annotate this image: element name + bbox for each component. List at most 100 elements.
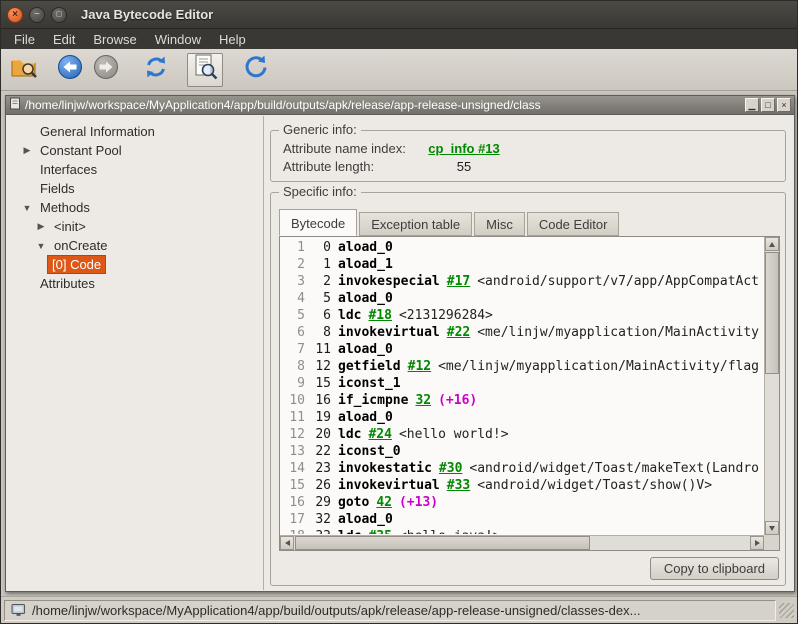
opcode-mnemonic: ldc [338,308,362,323]
line-number: 17 [289,512,305,527]
window-close-button[interactable]: × [7,6,23,23]
constant-pool-link[interactable]: #30 [439,461,462,476]
scroll-up-button[interactable] [765,237,779,251]
collapse-arrow-icon[interactable]: ▼ [33,241,49,251]
tree-item-methods[interactable]: ▼ Methods [7,198,263,217]
bytecode-line: 12 20 ldc #24 <hello world!> [283,426,763,443]
frame-maximize-button[interactable]: □ [761,98,775,112]
opcode-mnemonic: invokevirtual [338,325,440,340]
scroll-left-button[interactable] [280,536,294,550]
bytecode-offset: 11 [315,342,331,357]
bytecode-lines: 1 0 aload_0 2 1 aload_1 3 2 invokespecial #17 <and… [281,237,763,534]
bytecode-offset: 1 [323,257,331,272]
constant-comment: <me/linjw/myapplication/MainActivity/fla… [438,359,760,374]
frame-minimize-button[interactable]: ▁ [745,98,759,112]
tree-item-interfaces[interactable]: Interfaces [7,160,263,179]
browse-classpath-icon [191,53,219,86]
tree-item-init[interactable]: ▶ <init> [7,217,263,236]
bytecode-line: 2 1 aload_1 [283,256,763,273]
opcode-mnemonic: goto [338,495,370,510]
constant-comment: <hello java!> [399,529,501,534]
tree-item-attributes[interactable]: Attributes [7,274,263,293]
menu-browse[interactable]: Browse [84,31,145,48]
constant-pool-link[interactable]: 32 [415,393,431,408]
bytecode-line: 16 29 goto 42 (+13) [283,494,763,511]
tab-misc[interactable]: Misc [474,212,525,236]
forward-button[interactable] [89,53,123,87]
open-class-file-icon [9,52,39,87]
tab-exception-table[interactable]: Exception table [359,212,473,236]
browse-classpath-button[interactable] [187,52,223,87]
bytecode-offset: 20 [315,427,331,442]
frame-title: /home/linjw/workspace/MyApplication4/app… [25,98,541,112]
frame-icon [9,97,21,113]
status-path-field: /home/linjw/workspace/MyApplication4/app… [4,599,776,621]
constant-pool-link[interactable]: #35 [368,529,391,534]
bytecode-line: 11 19 aload_0 [283,409,763,426]
tree-item-label: Interfaces [40,162,98,177]
menu-file[interactable]: File [5,31,44,48]
tab-bytecode[interactable]: Bytecode [279,209,358,236]
window-titlebar[interactable]: × − ▢ Java Bytecode Editor [1,1,797,29]
horizontal-scrollbar[interactable] [280,535,764,550]
tree-item-label: General Information [40,124,155,139]
reset-icon [242,53,270,86]
tree-item-0-code[interactable]: [0] Code [7,255,263,274]
collapse-arrow-icon[interactable]: ▼ [19,203,35,213]
scroll-right-button[interactable] [750,536,764,550]
constant-pool-link[interactable]: #24 [368,427,391,442]
specific-info-title: Specific info: [279,184,361,199]
scroll-down-button[interactable] [765,521,779,535]
back-button[interactable] [53,53,87,87]
open-class-file-button[interactable] [7,53,41,87]
bytecode-viewer: 1 0 aload_0 2 1 aload_1 3 2 invokespecial #17 <and… [279,236,780,551]
bytecode-line: 15 26 invokevirtual #33 <android/widget/Toas… [283,477,763,494]
tree-item-label: [0] Code [47,255,107,274]
expand-arrow-icon[interactable]: ▶ [19,145,35,156]
line-number: 13 [289,444,305,459]
statusbar: /home/linjw/workspace/MyApplication4/app… [1,596,797,623]
tree-item-oncreate[interactable]: ▼ onCreate [7,236,263,255]
expand-arrow-icon[interactable]: ▶ [33,221,49,232]
menu-window[interactable]: Window [146,31,210,48]
resize-grip[interactable] [779,602,794,618]
opcode-mnemonic: iconst_1 [338,376,401,391]
constant-pool-link[interactable]: #12 [408,359,431,374]
constant-pool-link[interactable]: #17 [447,274,470,289]
tree-item-constant-pool[interactable]: ▶ Constant Pool [7,141,263,160]
tab-code-editor[interactable]: Code Editor [526,212,620,236]
tree-item-label: onCreate [54,238,108,253]
bytecode-offset: 15 [315,376,331,391]
back-icon [56,53,84,86]
opcode-mnemonic: if_icmpne [338,393,409,408]
line-number: 15 [289,478,305,493]
constant-pool-link[interactable]: 42 [376,495,392,510]
tree-item-label: Methods [40,200,90,215]
vertical-scrollbar[interactable] [764,237,779,535]
window-maximize-button[interactable]: ▢ [51,6,67,23]
constant-pool-link[interactable]: #22 [447,325,470,340]
specific-info-group: Specific info: Bytecode Exception table Mi… [270,184,786,586]
vertical-scroll-thumb[interactable] [765,252,779,374]
menu-edit[interactable]: Edit [44,31,84,48]
attribute-length-value: 55 [456,159,472,174]
tree-item-fields[interactable]: Fields [7,179,263,198]
frame-titlebar[interactable]: /home/linjw/workspace/MyApplication4/app… [6,96,794,115]
constant-pool-link[interactable]: #33 [447,478,470,493]
horizontal-scroll-thumb[interactable] [295,536,590,550]
copy-to-clipboard-button[interactable]: Copy to clipboard [649,557,779,580]
bytecode-offset: 19 [315,410,331,425]
tree-item-general-information[interactable]: General Information [7,122,263,141]
tree-item-label: Fields [40,181,75,196]
reload-button[interactable] [139,53,173,87]
window-minimize-button[interactable]: − [29,6,45,23]
bytecode-line: 3 2 invokespecial #17 <android/support/v7/ap… [283,273,763,290]
reset-button[interactable] [239,53,273,87]
menu-help[interactable]: Help [210,31,255,48]
branch-offset: (+16) [438,393,478,408]
constant-pool-link[interactable]: #18 [368,308,391,323]
attribute-name-index-link[interactable]: cp_info #13 [423,141,505,156]
bytecode-line: 7 11 aload_0 [283,341,763,358]
frame-close-button[interactable]: × [777,98,791,112]
opcode-mnemonic: invokevirtual [338,478,440,493]
